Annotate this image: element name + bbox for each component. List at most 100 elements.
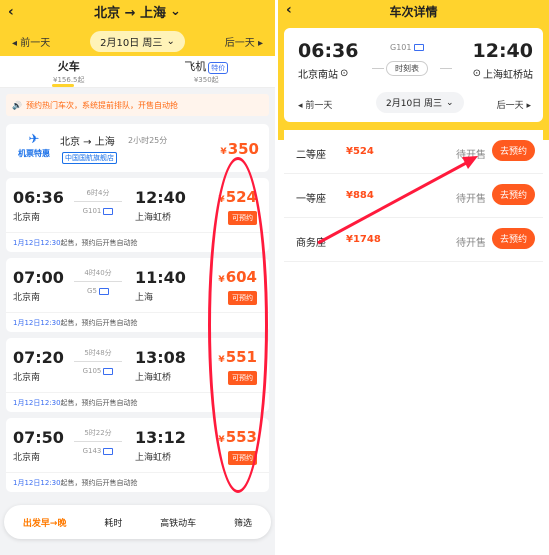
reserve-button[interactable]: 去预约 — [491, 228, 535, 249]
train-arrival-time: 11:40 — [135, 268, 186, 287]
sale-notice: 1月12日12:30起售，预约后开售自动抢 — [6, 232, 269, 252]
departure-station-name: 北京南站 — [298, 70, 338, 81]
yen-sign: ¥ — [220, 147, 227, 157]
train-card[interactable]: 07:50 5时22分 G143 13:12 北京南 上海虹桥 ¥553 可预约 1月12日12… — [6, 418, 269, 492]
train-card[interactable]: 06:36 6时4分 G101 12:40 北京南 上海虹桥 ¥524 可预约 1月12日12:… — [6, 178, 269, 252]
filter-highspeed-button[interactable]: 高铁动车 — [160, 516, 196, 529]
notice-banner[interactable]: 🔊 预约热门车次，系统提前排队，开售自动抢 — [6, 94, 269, 116]
train-departure-time: 07:20 — [13, 348, 64, 367]
train-middle-info: 5时48分 G105 — [68, 348, 128, 375]
train-departure-time: 06:36 — [13, 188, 64, 207]
arrival-station-name: 上海虹桥站 — [483, 70, 533, 81]
bottom-filter-bar: 出发早→晚 耗时 高铁动车 筛选 — [4, 505, 271, 539]
tab-flight[interactable]: 飞机 特价 ¥350起 — [138, 56, 276, 87]
flight-promo-card[interactable]: ✈ 机票特惠 北京 → 上海 2小时25分 中国国航旗舰店 ¥350 — [6, 124, 269, 172]
train-to-station: 上海虹桥 — [135, 453, 172, 463]
sale-time: 1月12日12:30 — [13, 239, 61, 247]
train-from-station: 北京南 — [13, 293, 41, 303]
train-duration: 5时22分 — [84, 429, 112, 437]
train-to-station: 上海虹桥 — [135, 213, 172, 223]
train-number: G101 — [390, 43, 425, 52]
yen-sign: ¥ — [218, 195, 225, 205]
sale-text: 起售，预约后开售自动抢 — [60, 479, 138, 487]
train-card[interactable]: 07:00 4时40分 G5 11:40 北京南 上海 ¥604 可预约 1月12日12:30起… — [6, 258, 269, 332]
bookable-badge[interactable]: 可预约 — [228, 371, 257, 385]
train-price-value: 524 — [225, 188, 257, 206]
train-number: G101 — [68, 207, 128, 215]
schedule-button[interactable]: 时刻表 — [386, 61, 428, 76]
airplane-icon: ✈ — [28, 132, 40, 147]
train-departure-time: 07:00 — [13, 268, 64, 287]
sale-text: 起售，预约后开售自动抢 — [60, 399, 138, 407]
sale-notice: 1月12日12:30起售，预约后开售自动抢 — [6, 392, 269, 412]
sale-text: 起售，预约后开售自动抢 — [60, 239, 138, 247]
train-price: ¥551 — [218, 348, 257, 366]
flight-route: 北京 → 上海 — [60, 137, 115, 148]
train-list-screen: ‹ 北京 → 上海 ⌄ ◂ 前一天 2月10日 周三 ⌄ 后一天 ▸ 火车 ¥1… — [0, 0, 275, 555]
seat-row-business-class: 商务座 ¥1748 待开售 去预约 — [284, 218, 543, 262]
reserve-button[interactable]: 去预约 — [491, 184, 535, 205]
prev-day-button[interactable]: ◂ 前一天 — [298, 98, 332, 111]
prev-day-button[interactable]: ◂ 前一天 — [12, 34, 50, 49]
train-card[interactable]: 07:20 5时48分 G105 13:08 北京南 上海虹桥 ¥551 可预约 1月12日12… — [6, 338, 269, 412]
special-badge: 特价 — [208, 62, 229, 74]
yen-sign: ¥ — [218, 355, 225, 365]
reserve-button[interactable]: 去预约 — [491, 140, 535, 161]
tab-flight-text: 飞机 — [184, 60, 207, 73]
seat-name: 商务座 — [296, 238, 326, 249]
train-duration-line — [74, 361, 122, 362]
train-number-text: G101 — [390, 43, 412, 52]
active-tab-indicator — [52, 84, 74, 87]
yen-sign: ¥ — [218, 275, 225, 285]
train-number-text: G105 — [82, 367, 102, 375]
arrival-station[interactable]: ⊙ 上海虹桥站 — [473, 66, 533, 81]
bookable-badge[interactable]: 可预约 — [228, 211, 257, 225]
train-number: G143 — [68, 447, 128, 455]
next-day-button[interactable]: 后一天 ▸ — [497, 98, 531, 111]
train-price-value: 604 — [225, 268, 257, 286]
date-label: 2月10日 周三 — [386, 99, 443, 109]
train-summary-card: 06:36 12:40 G101 时刻表 北京南站 ⊙ ⊙ 上海虹桥站 ◂ 前一天 … — [284, 28, 543, 122]
bookable-badge[interactable]: 可预约 — [228, 291, 257, 305]
train-to-station: 上海 — [135, 293, 154, 303]
train-departure-time: 07:50 — [13, 428, 64, 447]
sort-departure-button[interactable]: 出发早→晚 — [23, 516, 67, 529]
train-arrival-time: 13:12 — [135, 428, 186, 447]
sale-notice: 1月12日12:30起售，预约后开售自动抢 — [6, 312, 269, 332]
flight-price-value: 350 — [227, 140, 259, 158]
id-card-icon — [103, 207, 114, 215]
sale-text: 起售，预约后开售自动抢 — [60, 319, 138, 327]
tab-flight-price: ¥350起 — [193, 76, 219, 84]
tab-flight-label: 飞机 特价 — [184, 58, 229, 74]
chevron-down-icon: ⌄ — [446, 97, 454, 108]
route-title[interactable]: 北京 → 上海 ⌄ — [94, 2, 181, 21]
filter-button[interactable]: 筛选 — [234, 516, 252, 529]
train-duration-line — [74, 281, 122, 282]
detail-title: 车次详情 — [389, 5, 438, 19]
chevron-left-icon[interactable]: ‹ — [8, 4, 14, 20]
tab-train[interactable]: 火车 ¥156.5起 — [0, 56, 138, 87]
bookable-badge[interactable]: 可预约 — [228, 451, 257, 465]
train-to-station: 上海虹桥 — [135, 373, 172, 383]
chevron-down-icon: ⌄ — [166, 35, 175, 47]
flight-promo-tag: 机票特惠 — [18, 149, 50, 158]
sale-time: 1月12日12:30 — [13, 479, 61, 487]
train-from-station: 北京南 — [13, 213, 41, 223]
train-arrival-time: 13:08 — [135, 348, 186, 367]
speaker-icon: 🔊 — [12, 100, 22, 110]
yen-sign: ¥ — [218, 435, 225, 445]
train-number: G105 — [68, 367, 128, 375]
train-price-value: 551 — [225, 348, 257, 366]
train-duration: 4时40分 — [84, 269, 112, 277]
train-middle-info: 6时4分 G101 — [68, 188, 128, 215]
train-detail-screen: ‹ 车次详情 06:36 12:40 G101 时刻表 北京南站 ⊙ ⊙ 上海虹桥站… — [278, 0, 549, 555]
date-selector[interactable]: 2月10日 周三 ⌄ — [376, 92, 464, 113]
sort-duration-button[interactable]: 耗时 — [104, 516, 122, 529]
train-duration-line — [74, 441, 122, 442]
date-selector[interactable]: 2月10日 周三 ⌄ — [90, 30, 185, 52]
train-number-text: G101 — [82, 207, 102, 215]
departure-station[interactable]: 北京南站 ⊙ — [298, 66, 348, 81]
next-day-button[interactable]: 后一天 ▸ — [225, 34, 263, 49]
seat-name: 一等座 — [296, 194, 326, 205]
train-price: ¥524 — [218, 188, 257, 206]
